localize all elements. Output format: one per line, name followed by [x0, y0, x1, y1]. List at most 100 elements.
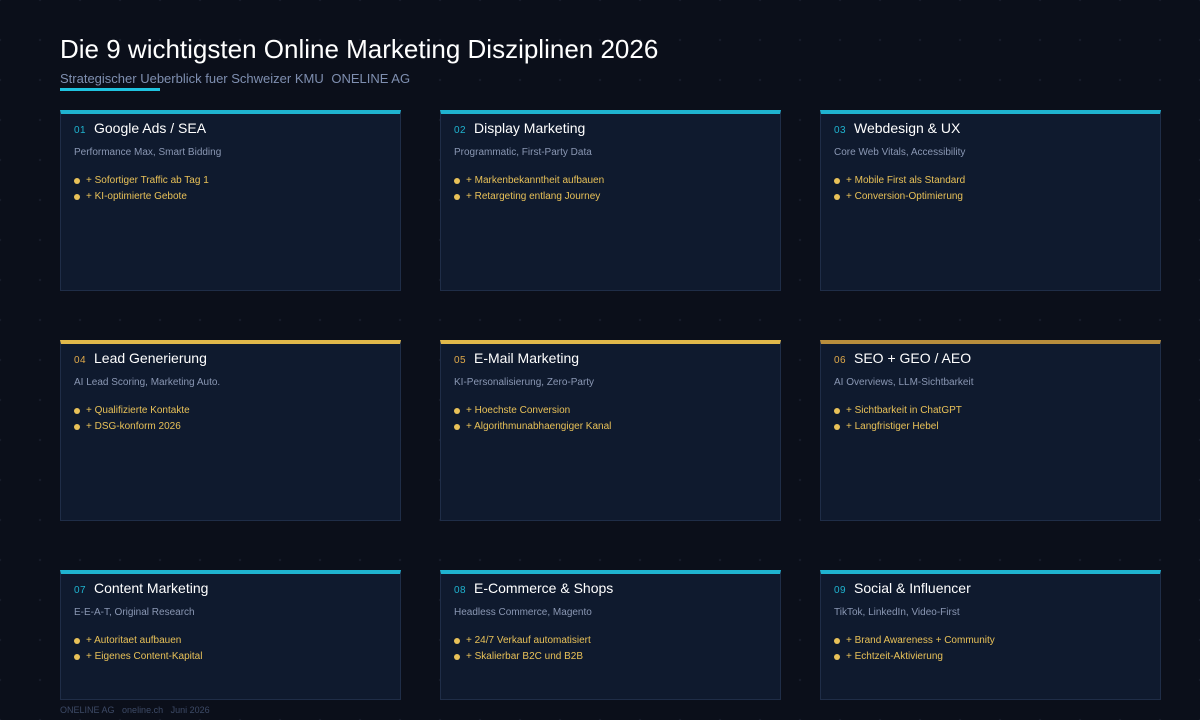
card-number: 03	[834, 125, 847, 136]
benefit-text: + Mobile First als Standard	[846, 174, 966, 186]
benefit-text: + Qualifizierte Kontakte	[86, 404, 190, 416]
benefit-item: + Markenbekanntheit aufbauen	[454, 172, 767, 188]
card-title: Webdesign & UX	[854, 120, 961, 136]
bullet-dot-icon	[834, 178, 840, 184]
card-subtitle: Headless Commerce, Magento	[454, 607, 592, 618]
benefit-text: + KI-optimierte Gebote	[86, 190, 187, 202]
benefit-text: + Langfristiger Hebel	[846, 420, 939, 432]
benefit-list: + Qualifizierte Kontakte + DSG-konform 2…	[74, 402, 387, 434]
bullet-dot-icon	[454, 638, 460, 644]
benefit-item: + Eigenes Content-Kapital	[74, 648, 387, 664]
benefit-item: + Qualifizierte Kontakte	[74, 402, 387, 418]
benefit-item: + Mobile First als Standard	[834, 172, 1147, 188]
card-header: 02 Display Marketing	[454, 120, 767, 140]
page-subtitle: Strategischer Ueberblick fuer Schweizer …	[60, 71, 324, 86]
card-number: 07	[74, 585, 87, 596]
benefit-item: + Sofortiger Traffic ab Tag 1	[74, 172, 387, 188]
bullet-dot-icon	[454, 194, 460, 200]
card-header: 03 Webdesign & UX	[834, 120, 1147, 140]
benefit-text: + Sofortiger Traffic ab Tag 1	[86, 174, 209, 186]
benefit-item: + Retargeting entlang Journey	[454, 188, 767, 204]
benefit-text: + Eigenes Content-Kapital	[86, 650, 203, 662]
card-number: 01	[74, 125, 87, 136]
benefit-item: + Langfristiger Hebel	[834, 418, 1147, 434]
benefit-item: + KI-optimierte Gebote	[74, 188, 387, 204]
benefit-list: + Mobile First als Standard + Conversion…	[834, 172, 1147, 204]
card-subtitle: KI-Personalisierung, Zero-Party	[454, 377, 595, 388]
bullet-dot-icon	[74, 424, 80, 430]
card-number: 06	[834, 355, 847, 366]
bullet-dot-icon	[454, 408, 460, 414]
card-title: Content Marketing	[94, 580, 209, 596]
discipline-card-ecommerce-shops: 08 E-Commerce & Shops Headless Commerce,…	[440, 570, 781, 700]
footer-date: Juni 2026	[170, 705, 210, 715]
card-subtitle: TikTok, LinkedIn, Video-First	[834, 607, 960, 618]
benefit-text: + Echtzeit-Aktivierung	[846, 650, 943, 662]
benefit-text: + Markenbekanntheit aufbauen	[466, 174, 605, 186]
bullet-dot-icon	[74, 194, 80, 200]
card-subtitle: Performance Max, Smart Bidding	[74, 147, 222, 158]
discipline-card-google-ads: 01 Google Ads / SEA Performance Max, Sma…	[60, 110, 401, 291]
benefit-list: + Brand Awareness + Community + Echtzeit…	[834, 632, 1147, 664]
benefit-item: + Brand Awareness + Community	[834, 632, 1147, 648]
card-subtitle: Core Web Vitals, Accessibility	[834, 147, 966, 158]
bullet-dot-icon	[454, 178, 460, 184]
discipline-card-webdesign-ux: 03 Webdesign & UX Core Web Vitals, Acces…	[820, 110, 1161, 291]
benefit-text: + DSG-konform 2026	[86, 420, 181, 432]
benefit-text: + Hoechste Conversion	[466, 404, 571, 416]
discipline-card-email-marketing: 05 E-Mail Marketing KI-Personalisierung,…	[440, 340, 781, 521]
card-title: Google Ads / SEA	[94, 120, 207, 136]
card-header: 09 Social & Influencer	[834, 580, 1147, 600]
bullet-dot-icon	[74, 178, 80, 184]
benefit-text: + Autoritaet aufbauen	[86, 634, 182, 646]
benefit-item: + DSG-konform 2026	[74, 418, 387, 434]
card-subtitle: AI Overviews, LLM-Sichtbarkeit	[834, 377, 974, 388]
card-number: 08	[454, 585, 467, 596]
card-header: 01 Google Ads / SEA	[74, 120, 387, 140]
page-subtitle-row: Strategischer Ueberblick fuer Schweizer …	[60, 71, 410, 86]
bullet-dot-icon	[834, 408, 840, 414]
card-header: 06 SEO + GEO / AEO	[834, 350, 1147, 370]
benefit-item: + 24/7 Verkauf automatisiert	[454, 632, 767, 648]
benefit-text: + Skalierbar B2C und B2B	[466, 650, 584, 662]
benefit-item: + Autoritaet aufbauen	[74, 632, 387, 648]
bullet-dot-icon	[834, 638, 840, 644]
card-title: E-Mail Marketing	[474, 350, 580, 366]
card-number: 02	[454, 125, 467, 136]
bullet-dot-icon	[74, 638, 80, 644]
page-title: Die 9 wichtigsten Online Marketing Diszi…	[60, 34, 659, 64]
card-title: E-Commerce & Shops	[474, 580, 614, 596]
benefit-list: + Markenbekanntheit aufbauen + Retargeti…	[454, 172, 767, 204]
benefit-list: + Sofortiger Traffic ab Tag 1 + KI-optim…	[74, 172, 387, 204]
benefit-item: + Hoechste Conversion	[454, 402, 767, 418]
bullet-dot-icon	[454, 424, 460, 430]
benefit-list: + Hoechste Conversion + Algorithmunabhae…	[454, 402, 767, 434]
discipline-card-display-marketing: 02 Display Marketing Programmatic, First…	[440, 110, 781, 291]
card-header: 07 Content Marketing	[74, 580, 387, 600]
card-title: Lead Generierung	[94, 350, 207, 366]
brand-name: ONELINE AG	[331, 71, 411, 86]
card-subtitle: AI Lead Scoring, Marketing Auto.	[74, 377, 221, 388]
card-title: Social & Influencer	[854, 580, 971, 596]
card-header: 05 E-Mail Marketing	[454, 350, 767, 370]
discipline-card-social-influencer: 09 Social & Influencer TikTok, LinkedIn,…	[820, 570, 1161, 700]
bullet-dot-icon	[834, 424, 840, 430]
benefit-item: + Echtzeit-Aktivierung	[834, 648, 1147, 664]
benefit-text: + Sichtbarkeit in ChatGPT	[846, 404, 962, 416]
footer-company: ONELINE AG	[60, 705, 115, 715]
benefit-list: + Autoritaet aufbauen + Eigenes Content-…	[74, 632, 387, 664]
benefit-text: + 24/7 Verkauf automatisiert	[466, 634, 591, 646]
bullet-dot-icon	[454, 654, 460, 660]
benefit-text: + Retargeting entlang Journey	[466, 190, 601, 202]
card-number: 09	[834, 585, 847, 596]
discipline-card-lead-generierung: 04 Lead Generierung AI Lead Scoring, Mar…	[60, 340, 401, 521]
benefit-item: + Skalierbar B2C und B2B	[454, 648, 767, 664]
footer: ONELINE AG oneline.ch Juni 2026	[60, 705, 215, 715]
benefit-item: + Conversion-Optimierung	[834, 188, 1147, 204]
title-underline	[60, 88, 160, 91]
discipline-card-seo-geo-aeo: 06 SEO + GEO / AEO AI Overviews, LLM-Sic…	[820, 340, 1161, 521]
card-number: 04	[74, 355, 87, 366]
card-number: 05	[454, 355, 467, 366]
bullet-dot-icon	[74, 408, 80, 414]
benefit-item: + Sichtbarkeit in ChatGPT	[834, 402, 1147, 418]
